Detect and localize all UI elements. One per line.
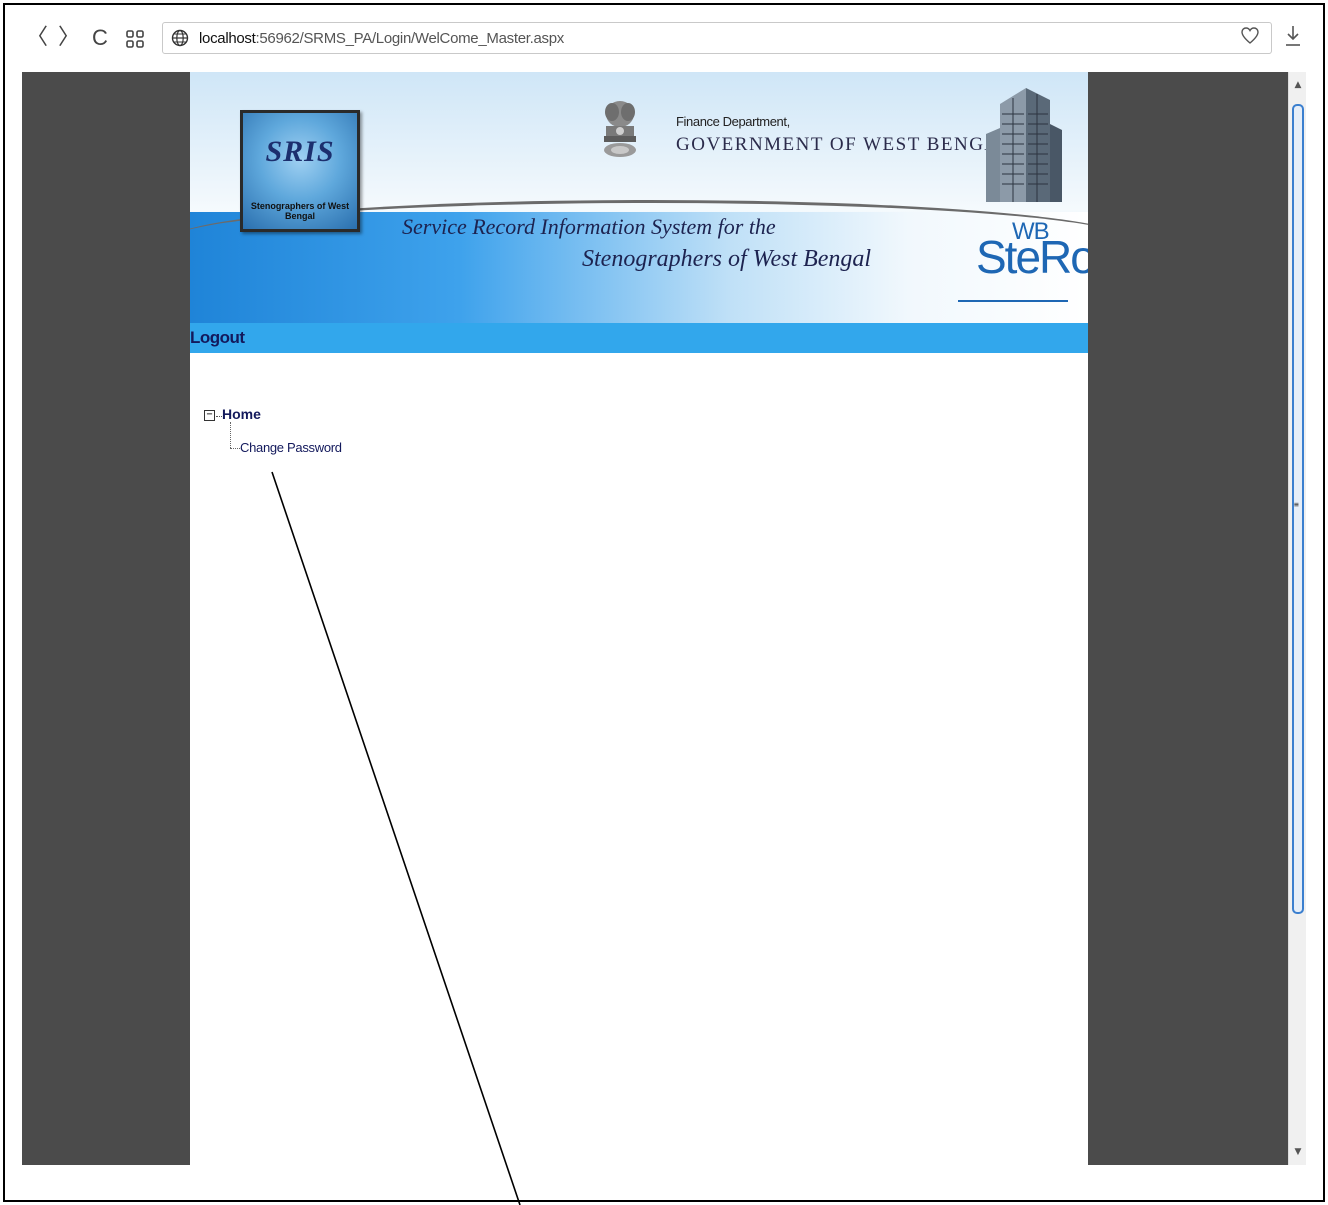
- logo-ring-text: Stenographers of West Bengal: [250, 201, 350, 221]
- building-icon: [986, 88, 1062, 202]
- download-icon[interactable]: [1284, 24, 1302, 53]
- nav-bar: Logout: [190, 323, 1088, 353]
- forward-icon[interactable]: 〉: [58, 24, 80, 52]
- address-bar[interactable]: localhost:56962/SRMS_PA/Login/WelCome_Ma…: [162, 22, 1272, 54]
- browser-toolbar: 〈 〉 C localhost:56962/SRMS_PA/Login/WelC…: [22, 14, 1306, 70]
- tree-node-home[interactable]: Home: [222, 406, 261, 422]
- back-icon[interactable]: 〈: [26, 24, 48, 52]
- browser-viewport: SRIS Stenographers of West Bengal Financ…: [22, 72, 1288, 1165]
- stepro-brand-sub: WB: [1012, 218, 1050, 245]
- srrs-logo: SRIS Stenographers of West Bengal: [240, 110, 360, 232]
- apps-grid-icon[interactable]: [126, 28, 144, 56]
- heart-icon[interactable]: [1241, 26, 1259, 51]
- ashoka-emblem-icon: [604, 101, 636, 157]
- vertical-scrollbar[interactable]: ▲ ≡ ▼: [1288, 72, 1306, 1165]
- url-text: localhost:56962/SRMS_PA/Login/WelCome_Ma…: [199, 30, 564, 47]
- government-label: GOVERNMENT OF WEST BENGAL: [676, 134, 1013, 155]
- tree-node-change-password[interactable]: Change Password: [240, 440, 342, 455]
- collapse-icon[interactable]: −: [204, 410, 215, 421]
- scroll-down-icon[interactable]: ▼: [1289, 1143, 1307, 1161]
- url-path: :56962/SRMS_PA/Login/WelCome_Master.aspx: [255, 30, 565, 47]
- stepro-underline: [958, 300, 1068, 302]
- tree-connector: [230, 422, 231, 448]
- tagline-line-1: Service Record Information System for th…: [402, 214, 776, 239]
- globe-icon: [171, 29, 189, 51]
- logout-link[interactable]: Logout: [190, 328, 245, 348]
- tree-connector: [230, 448, 240, 449]
- scrollbar-grip-icon: ≡: [1294, 500, 1299, 509]
- url-host: localhost: [199, 30, 256, 47]
- web-page: SRIS Stenographers of West Bengal Financ…: [190, 72, 1088, 1165]
- scrollbar-thumb[interactable]: [1292, 104, 1304, 914]
- tagline-line-2: Stenographers of West Bengal: [582, 246, 872, 272]
- header-banner: SRIS Stenographers of West Bengal Financ…: [190, 72, 1088, 323]
- reload-icon[interactable]: C: [92, 24, 108, 52]
- department-label: Finance Department,: [676, 114, 790, 129]
- logo-text: SRIS: [265, 135, 335, 168]
- scroll-up-icon[interactable]: ▲: [1289, 76, 1307, 94]
